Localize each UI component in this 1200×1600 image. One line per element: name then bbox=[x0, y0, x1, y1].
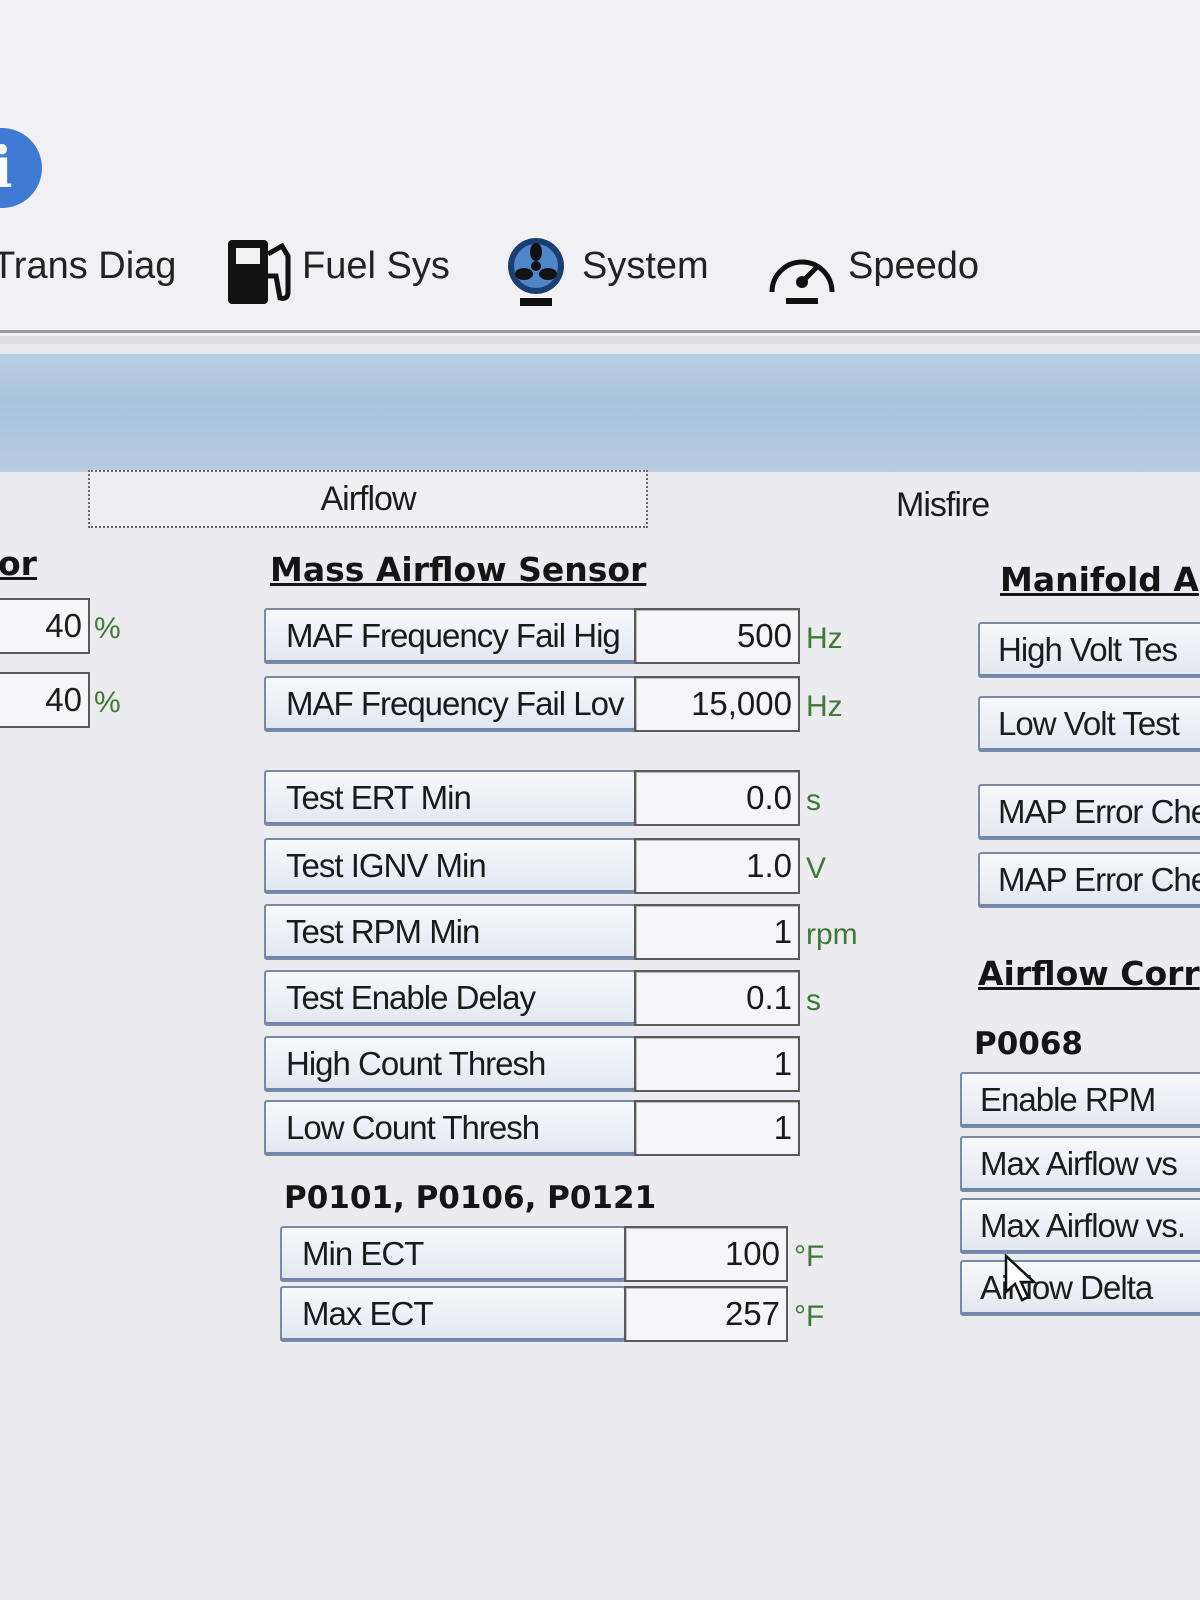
toolbar-divider-shadow bbox=[0, 336, 1200, 344]
toolbar-fuel-sys[interactable]: Fuel Sys bbox=[302, 245, 450, 288]
tab-misfire[interactable]: Misfire bbox=[896, 486, 990, 525]
manifold-section-heading: Manifold A bbox=[1000, 560, 1199, 599]
param-value-field[interactable]: 0.0 bbox=[634, 770, 800, 826]
toolbar-divider bbox=[0, 330, 1200, 333]
top-toolbar bbox=[0, 0, 1200, 340]
toolbar-system[interactable]: System bbox=[582, 245, 709, 288]
param-unit: °F bbox=[794, 1240, 825, 1273]
p0068-heading: P0068 bbox=[974, 1026, 1083, 1062]
left-section-heading: or bbox=[0, 544, 37, 583]
param-label[interactable]: Min ECT bbox=[280, 1226, 626, 1282]
param-unit: s bbox=[806, 784, 821, 817]
maf-section-heading: Mass Airflow Sensor bbox=[270, 550, 647, 589]
param-unit: s bbox=[806, 984, 821, 1017]
param-button[interactable]: Airflow Delta bbox=[960, 1260, 1200, 1316]
param-label[interactable]: Low Count Thresh bbox=[264, 1100, 636, 1156]
left-value-unit: % bbox=[94, 686, 121, 719]
param-label[interactable]: Test ERT Min bbox=[264, 770, 636, 826]
param-label[interactable]: MAF Frequency Fail Lov bbox=[264, 676, 636, 732]
param-label[interactable]: MAF Frequency Fail Hig bbox=[264, 608, 636, 664]
param-value-field[interactable]: 257 bbox=[624, 1286, 788, 1342]
header-band bbox=[0, 354, 1200, 472]
toolbar-trans-diag[interactable]: Trans Diag bbox=[0, 245, 176, 288]
tab-airflow[interactable]: Airflow bbox=[88, 470, 648, 528]
toolbar-speedo[interactable]: Speedo bbox=[848, 245, 979, 288]
speedometer-icon bbox=[769, 259, 835, 304]
param-label[interactable]: Max ECT bbox=[280, 1286, 626, 1342]
param-value-field[interactable]: 1 bbox=[634, 1100, 800, 1156]
param-value-field[interactable]: 15,000 bbox=[634, 676, 800, 732]
param-label[interactable]: Test RPM Min bbox=[264, 904, 636, 960]
fan-icon bbox=[508, 238, 564, 306]
param-value-field[interactable]: 1.0 bbox=[634, 838, 800, 894]
param-button[interactable]: Max Airflow vs. bbox=[960, 1198, 1200, 1254]
left-value-field[interactable]: 40 bbox=[0, 598, 90, 654]
param-button[interactable]: Low Volt Test bbox=[978, 696, 1200, 752]
param-label[interactable]: High Count Thresh bbox=[264, 1036, 636, 1092]
mouse-cursor-icon bbox=[1004, 1254, 1038, 1302]
param-unit: Hz bbox=[806, 690, 843, 723]
param-label[interactable]: Test Enable Delay bbox=[264, 970, 636, 1026]
param-unit: °F bbox=[794, 1300, 825, 1333]
param-unit: rpm bbox=[806, 918, 858, 951]
left-value-field[interactable]: 40 bbox=[0, 672, 90, 728]
param-value-field[interactable]: 0.1 bbox=[634, 970, 800, 1026]
param-button[interactable]: Enable RPM bbox=[960, 1072, 1200, 1128]
param-value-field[interactable]: 1 bbox=[634, 1036, 800, 1092]
param-button[interactable]: High Volt Tes bbox=[978, 622, 1200, 678]
param-value-field[interactable]: 1 bbox=[634, 904, 800, 960]
param-button[interactable]: Max Airflow vs bbox=[960, 1136, 1200, 1192]
param-unit: V bbox=[806, 852, 827, 885]
left-value-unit: % bbox=[94, 612, 121, 645]
param-value-field[interactable]: 100 bbox=[624, 1226, 788, 1282]
dtc-section-heading: P0101, P0106, P0121 bbox=[284, 1180, 657, 1216]
param-button[interactable]: MAP Error Che bbox=[978, 852, 1200, 908]
param-label[interactable]: Test IGNV Min bbox=[264, 838, 636, 894]
param-value-field[interactable]: 500 bbox=[634, 608, 800, 664]
param-unit: Hz bbox=[806, 622, 843, 655]
airflow-corr-heading: Airflow Corr bbox=[978, 954, 1200, 993]
fuel-pump-icon bbox=[228, 240, 291, 304]
param-button[interactable]: MAP Error Che bbox=[978, 784, 1200, 840]
